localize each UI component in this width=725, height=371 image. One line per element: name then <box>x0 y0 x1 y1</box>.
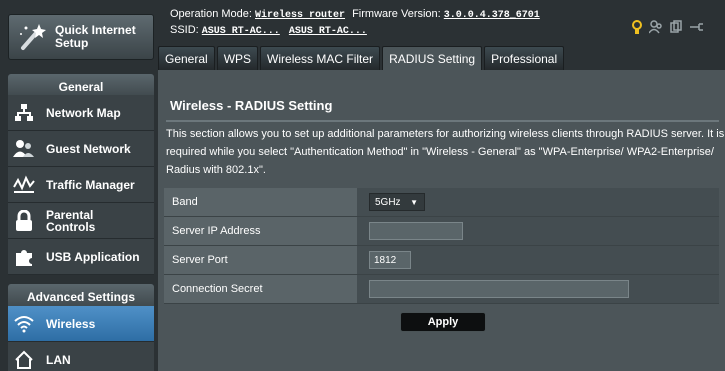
sidebar-item-label: Parental Controls <box>46 207 96 234</box>
network-cable-icon[interactable] <box>689 20 705 39</box>
tab-professional[interactable]: Professional <box>484 46 565 70</box>
lock-icon <box>12 209 36 233</box>
traffic-manager-icon <box>12 173 36 197</box>
wifi-icon <box>12 312 36 336</box>
network-map-icon <box>12 101 36 125</box>
apply-button[interactable]: Apply <box>400 312 486 332</box>
ssid-link-24ghz[interactable]: ASUS RT-AC... <box>202 26 280 37</box>
tab-general[interactable]: General <box>158 46 215 70</box>
ap-status-icon[interactable] <box>631 20 643 39</box>
server-port-input[interactable]: 1812 <box>369 251 411 269</box>
band-label: Band <box>164 188 357 216</box>
quick-internet-setup-label: Quick Internet Setup <box>55 23 136 50</box>
table-row: Connection Secret <box>164 275 719 304</box>
server-ip-input[interactable] <box>369 222 463 240</box>
operation-mode-link[interactable]: Wireless router <box>255 10 345 21</box>
status-bar: Operation Mode: Wireless router Firmware… <box>158 0 725 46</box>
clients-icon[interactable] <box>648 20 663 39</box>
table-row: Server IP Address <box>164 217 719 246</box>
sidebar-item-guest-network[interactable]: Guest Network <box>8 131 154 167</box>
band-select[interactable]: 5GHz ▼ <box>369 193 425 211</box>
ssid-label: SSID: <box>170 24 199 36</box>
chevron-down-icon: ▼ <box>410 197 418 207</box>
sidebar-item-usb-application[interactable]: USB Application <box>8 239 154 275</box>
sidebar-item-wireless[interactable]: Wireless <box>8 306 154 342</box>
band-select-value: 5GHz <box>375 196 401 208</box>
tab-radius-setting[interactable]: RADIUS Setting <box>382 46 483 70</box>
page-title: Wireless - RADIUS Setting <box>170 98 333 113</box>
sidebar: Quick Internet Setup General Network Map… <box>0 0 158 371</box>
radius-settings-table: Band 5GHz ▼ Server IP Address Server Por… <box>164 188 719 304</box>
sidebar-item-label: Guest Network <box>46 141 131 156</box>
magic-wand-icon <box>17 22 47 52</box>
sidebar-item-label: Network Map <box>46 105 121 120</box>
sidebar-item-network-map[interactable]: Network Map <box>8 95 154 131</box>
connection-secret-label: Connection Secret <box>164 275 357 303</box>
settings-panel: Wireless - RADIUS Setting This section a… <box>158 70 725 371</box>
quick-internet-setup-button[interactable]: Quick Internet Setup <box>8 14 154 60</box>
sidebar-item-label: Traffic Manager <box>46 177 135 192</box>
puzzle-icon <box>12 245 36 269</box>
firmware-label: Firmware Version: <box>352 8 441 20</box>
sidebar-item-label: LAN <box>46 352 71 367</box>
server-ip-label: Server IP Address <box>164 217 357 245</box>
operation-mode-label: Operation Mode: <box>170 8 252 20</box>
home-icon <box>12 348 36 371</box>
page-description: This section allows you to set up additi… <box>166 128 725 176</box>
sidebar-item-label: Wireless <box>46 316 96 331</box>
tab-bar: General WPS Wireless MAC Filter RADIUS S… <box>158 46 566 70</box>
divider <box>166 120 719 122</box>
server-port-label: Server Port <box>164 246 357 274</box>
main-content: Operation Mode: Wireless router Firmware… <box>158 0 725 371</box>
table-row: Server Port 1812 <box>164 246 719 275</box>
sidebar-item-lan[interactable]: LAN <box>8 342 154 371</box>
table-row: Band 5GHz ▼ <box>164 188 719 217</box>
usb-status-icon[interactable] <box>669 20 683 39</box>
firmware-link[interactable]: 3.0.0.4.378_6701 <box>444 10 540 21</box>
tab-wireless-mac-filter[interactable]: Wireless MAC Filter <box>260 46 381 70</box>
sidebar-item-label: USB Application <box>46 249 140 264</box>
sidebar-item-parental-controls[interactable]: Parental Controls <box>8 203 154 239</box>
tab-wps[interactable]: WPS <box>216 46 259 70</box>
sidebar-item-traffic-manager[interactable]: Traffic Manager <box>8 167 154 203</box>
ssid-link-5ghz[interactable]: ASUS RT-AC... <box>289 26 367 37</box>
connection-secret-input[interactable] <box>369 280 629 298</box>
guest-network-icon <box>12 137 36 161</box>
